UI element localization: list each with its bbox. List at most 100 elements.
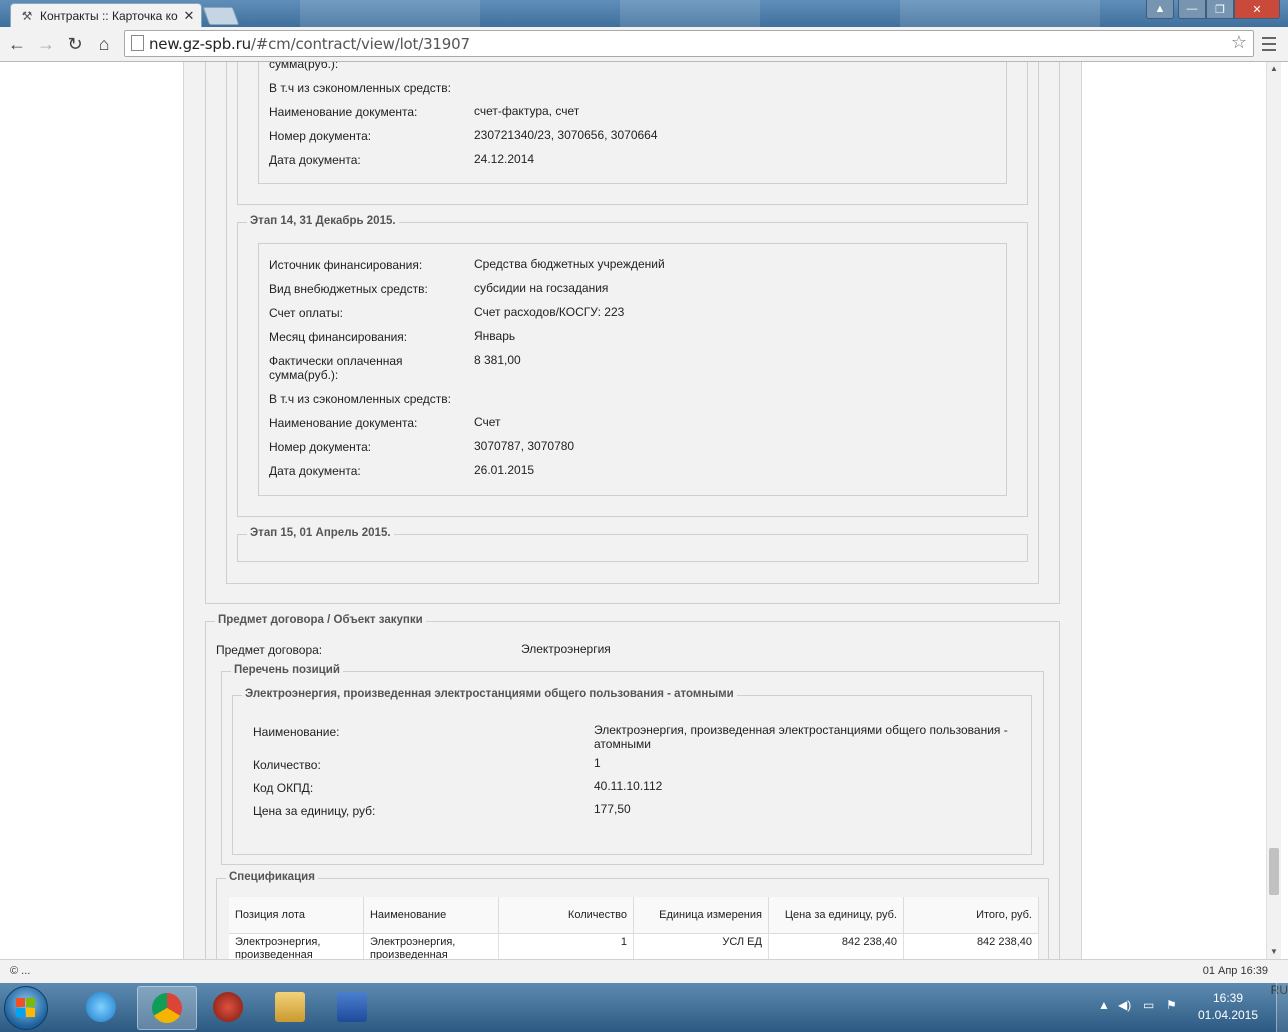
close-window-button[interactable]: ✕ xyxy=(1234,0,1280,19)
subject-fieldset: Предмет договора / Объект закупки Предме… xyxy=(205,614,1060,959)
taskbar-ie[interactable] xyxy=(72,986,130,1028)
scroll-down-icon[interactable]: ▼ xyxy=(1267,945,1281,959)
stage-15-legend: Этап 15, 01 Апрель 2015. xyxy=(247,527,394,539)
clock-date: 01.04.2015 xyxy=(1197,1008,1259,1022)
doc-number-label: Номер документа: xyxy=(269,129,372,143)
folder-icon xyxy=(275,992,305,1022)
tab-close-icon[interactable]: ✕ xyxy=(181,8,197,24)
savings-label: В т.ч из сэкономленных средств: xyxy=(269,392,452,406)
doc-date-value: 24.12.2014 xyxy=(474,152,535,166)
col-header-unit[interactable]: Единица измерения xyxy=(633,897,769,934)
stage-13-details: сумма(руб.): В т.ч из сэкономленных сред… xyxy=(258,62,1007,184)
item-name-value: Электроэнергия, произведенная электроста… xyxy=(594,723,1008,751)
reload-icon[interactable]: ↻ xyxy=(64,33,86,55)
positions-fieldset: Перечень позиций Электроэнергия, произве… xyxy=(221,664,1044,865)
paid-value: 8 381,00 xyxy=(474,353,521,367)
item-qty-value: 1 xyxy=(594,756,601,770)
status-bar: © ... 01 Апр 16:39 xyxy=(0,959,1288,983)
taskbar-app[interactable] xyxy=(199,986,257,1028)
item-name-label: Наименование: xyxy=(253,725,340,739)
page-viewport: сумма(руб.): В т.ч из сэкономленных сред… xyxy=(0,62,1266,959)
home-icon[interactable]: ⌂ xyxy=(93,33,115,55)
taskbar-chrome[interactable] xyxy=(137,986,197,1030)
taskbar-explorer[interactable] xyxy=(261,986,319,1028)
positions-legend: Перечень позиций xyxy=(231,664,343,676)
bookmark-star-icon[interactable]: ☆ xyxy=(1231,32,1247,53)
chrome-icon xyxy=(152,993,182,1023)
account-label: Счет оплаты: xyxy=(269,306,343,320)
app-icon xyxy=(213,992,243,1022)
subject-label: Предмет договора: xyxy=(216,643,323,657)
item-qty-label: Количество: xyxy=(253,758,321,772)
show-desktop-button[interactable] xyxy=(1276,983,1288,1032)
cell-position: Электроэнергия, произведенная xyxy=(229,933,364,959)
windows-logo-icon xyxy=(16,998,36,1018)
source-label: Источник финансирования: xyxy=(269,258,423,272)
spec-table: Позиция лота Наименование Количество Еди… xyxy=(229,897,1040,959)
chrome-menu-icon[interactable] xyxy=(1259,33,1279,55)
spec-legend: Спецификация xyxy=(226,871,318,883)
col-header-total[interactable]: Итого, руб. xyxy=(903,897,1040,934)
taskbar-word[interactable] xyxy=(323,986,381,1028)
type-label: Вид внебюджетных средств: xyxy=(269,282,428,296)
cell-total: 842 238,40 xyxy=(903,933,1040,959)
url-text[interactable]: new.gz-spb.ru/#cm/contract/view/lot/3190… xyxy=(149,35,470,53)
type-value: субсидии на госзадания xyxy=(474,281,609,295)
browser-toolbar: ← → ↻ ⌂ new.gz-spb.ru/#cm/contract/view/… xyxy=(0,27,1288,62)
col-header-qty[interactable]: Количество xyxy=(498,897,634,934)
savings-label: В т.ч из сэкономленных средств: xyxy=(269,81,452,95)
new-tab-button[interactable] xyxy=(202,7,240,25)
paid-sum-label: сумма(руб.): xyxy=(269,62,339,71)
status-left-text: © ... xyxy=(10,965,31,977)
item-okpd-label: Код ОКПД: xyxy=(253,781,314,795)
profile-icon[interactable]: ▲ xyxy=(1146,0,1174,19)
address-bar[interactable]: new.gz-spb.ru/#cm/contract/view/lot/3190… xyxy=(124,30,1254,57)
network-icon[interactable]: ▭ xyxy=(1143,998,1154,1012)
maximize-button[interactable]: ❐ xyxy=(1206,0,1234,19)
minimize-button[interactable]: — xyxy=(1178,0,1206,19)
internet-explorer-icon xyxy=(86,992,116,1022)
doc-name-value: счет-фактура, счет xyxy=(474,104,580,118)
taskbar-clock[interactable]: 16:39 01.04.2015 xyxy=(1196,990,1260,1024)
stage-14-legend: Этап 14, 31 Декабрь 2015. xyxy=(247,215,399,227)
windows-taskbar: RU ▲ ◀) ▭ ⚑ 16:39 01.04.2015 xyxy=(0,983,1288,1032)
tray-expand-icon[interactable]: ▲ xyxy=(1098,998,1110,1012)
action-center-flag-icon[interactable]: ⚑ xyxy=(1166,998,1177,1012)
doc-name-label: Наименование документа: xyxy=(269,416,418,430)
item-okpd-value: 40.11.10.112 xyxy=(594,779,663,793)
spec-fieldset: Спецификация Позиция лота Наименование К… xyxy=(216,871,1049,959)
col-header-name[interactable]: Наименование xyxy=(363,897,499,934)
word-icon xyxy=(337,992,367,1022)
stage-14-details: Источник финансирования: Средства бюджет… xyxy=(258,243,1007,496)
subject-value: Электроэнергия xyxy=(521,642,611,656)
site-favicon-icon: ⚒ xyxy=(21,9,33,23)
doc-number-label: Номер документа: xyxy=(269,440,372,454)
doc-name-label: Наименование документа: xyxy=(269,105,418,119)
doc-number-value: 3070787, 3070780 xyxy=(474,439,575,453)
status-right-text: 01 Апр 16:39 xyxy=(1202,965,1268,977)
doc-date-label: Дата документа: xyxy=(269,464,361,478)
browser-tab[interactable]: ⚒ Контракты :: Карточка ко ✕ xyxy=(10,3,202,27)
scroll-up-icon[interactable]: ▲ xyxy=(1267,62,1281,76)
position-item-legend: Электроэнергия, произведенная электроста… xyxy=(242,688,737,700)
back-arrow-icon[interactable]: ← xyxy=(6,33,28,55)
volume-icon[interactable]: ◀) xyxy=(1118,998,1131,1012)
source-value: Средства бюджетных учреждений xyxy=(474,257,665,271)
cell-name: Электроэнергия, произведенная xyxy=(363,933,499,959)
scroll-thumb[interactable] xyxy=(1269,848,1279,895)
doc-date-value: 26.01.2015 xyxy=(474,463,535,477)
paid-label: Фактически оплаченная сумма(руб.): xyxy=(269,354,403,382)
tab-title: Контракты :: Карточка ко xyxy=(40,9,178,23)
doc-number-value: 230721340/23, 3070656, 3070664 xyxy=(474,128,658,142)
vertical-scrollbar[interactable]: ▲ ▼ xyxy=(1266,62,1281,959)
spec-header-row: Позиция лота Наименование Количество Еди… xyxy=(229,897,1040,934)
cell-qty: 1 xyxy=(498,933,634,959)
position-item-fieldset: Электроэнергия, произведенная электроста… xyxy=(232,688,1032,855)
forward-arrow-icon[interactable]: → xyxy=(35,33,57,55)
start-button[interactable] xyxy=(4,986,48,1030)
page-icon xyxy=(131,35,144,51)
col-header-position[interactable]: Позиция лота xyxy=(229,897,364,934)
stage-14-fieldset: Этап 14, 31 Декабрь 2015. Источник финан… xyxy=(237,215,1028,517)
col-header-price[interactable]: Цена за единицу, руб. xyxy=(768,897,904,934)
item-price-value: 177,50 xyxy=(594,802,631,816)
